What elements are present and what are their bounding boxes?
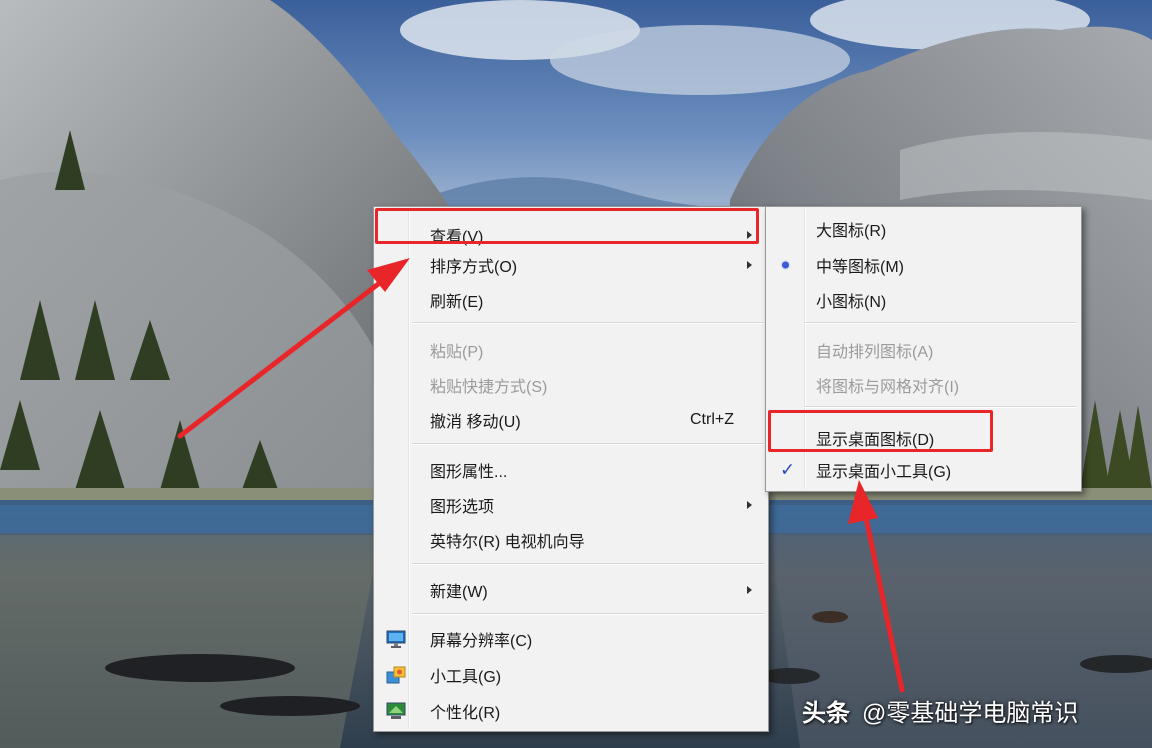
menu-item-graphics-properties-label: 图形属性... <box>430 464 508 481</box>
submenu-item-align-to-grid[interactable]: 将图标与网格对齐(I) <box>768 370 1079 400</box>
submenu-item-medium-icons-label: 中等图标(M) <box>816 259 904 276</box>
menu-item-graphics-options[interactable]: 图形选项 <box>376 490 766 520</box>
submenu-item-show-desktop-icons-label: 显示桌面图标(D) <box>816 432 935 449</box>
menu-item-gadgets[interactable]: 小工具(G) <box>376 660 766 690</box>
gadgets-icon <box>386 666 406 684</box>
menu-item-undo-move[interactable]: 撤消 移动(U) Ctrl+Z <box>376 405 766 435</box>
personalize-icon <box>386 702 406 719</box>
submenu-item-auto-arrange[interactable]: 自动排列图标(A) <box>768 335 1079 365</box>
submenu-item-small-icons-label: 小图标(N) <box>816 294 887 311</box>
menu-item-sort-by[interactable]: 排序方式(O) <box>376 250 766 280</box>
menu-item-new[interactable]: 新建(W) <box>376 575 766 605</box>
menu-item-paste-label: 粘贴(P) <box>430 344 484 361</box>
watermark: 头条 @零基础学电脑常识 <box>802 693 1078 728</box>
checkmark-icon: ✓ <box>780 459 796 480</box>
menu-item-intel-tv-wizard-label: 英特尔(R) 电视机向导 <box>430 534 585 551</box>
submenu-item-large-icons[interactable]: 大图标(R) <box>768 214 1079 244</box>
menu-item-refresh[interactable]: 刷新(E) <box>376 285 766 315</box>
submenu-arrow-icon <box>747 231 752 239</box>
submenu-item-show-desktop-icons[interactable]: 显示桌面图标(D) <box>768 423 1079 453</box>
submenu-item-align-to-grid-label: 将图标与网格对齐(I) <box>816 379 960 396</box>
watermark-brand: 头条 <box>802 700 850 727</box>
desktop-context-menu: 查看(V) 排序方式(O) 刷新(E) 粘贴(P) 粘贴快捷方式(S) 撤消 移… <box>373 206 769 732</box>
menu-item-personalize[interactable]: 个性化(R) <box>376 696 766 726</box>
menu-item-view[interactable]: 查看(V) <box>376 220 766 250</box>
menu-separator <box>804 322 1077 324</box>
menu-item-refresh-label: 刷新(E) <box>430 294 484 311</box>
submenu-arrow-icon <box>747 501 752 509</box>
shortcut-text: Ctrl+Z <box>690 411 734 428</box>
menu-item-view-label: 查看(V) <box>430 229 484 246</box>
submenu-arrow-icon <box>747 586 752 594</box>
menu-item-screen-resolution-label: 屏幕分辨率(C) <box>430 633 533 650</box>
menu-separator <box>412 443 764 445</box>
watermark-account: @零基础学电脑常识 <box>862 700 1079 727</box>
menu-item-screen-resolution[interactable]: 屏幕分辨率(C) <box>376 624 766 654</box>
menu-item-graphics-properties[interactable]: 图形属性... <box>376 455 766 485</box>
menu-item-new-label: 新建(W) <box>430 584 488 601</box>
menu-separator <box>412 322 764 324</box>
view-submenu: 大图标(R) 中等图标(M) 小图标(N) 自动排列图标(A) 将图标与网格对齐… <box>765 206 1082 492</box>
radio-selected-icon <box>782 261 789 269</box>
submenu-item-show-desktop-gadgets-label: 显示桌面小工具(G) <box>816 464 952 481</box>
menu-item-graphics-options-label: 图形选项 <box>430 499 495 516</box>
monitor-icon <box>386 630 406 648</box>
menu-separator <box>412 613 764 615</box>
submenu-arrow-icon <box>747 261 752 269</box>
menu-item-undo-move-label: 撤消 移动(U) <box>430 414 521 431</box>
submenu-item-show-desktop-gadgets[interactable]: ✓ 显示桌面小工具(G) <box>768 455 1079 485</box>
menu-item-paste-shortcut[interactable]: 粘贴快捷方式(S) <box>376 370 766 400</box>
submenu-item-medium-icons[interactable]: 中等图标(M) <box>768 250 1079 280</box>
menu-item-sort-by-label: 排序方式(O) <box>430 259 518 276</box>
submenu-item-large-icons-label: 大图标(R) <box>816 223 887 240</box>
menu-separator <box>804 406 1077 408</box>
menu-item-paste-shortcut-label: 粘贴快捷方式(S) <box>430 379 548 396</box>
menu-item-paste[interactable]: 粘贴(P) <box>376 335 766 365</box>
menu-item-personalize-label: 个性化(R) <box>430 705 501 722</box>
menu-item-gadgets-label: 小工具(G) <box>430 669 502 686</box>
submenu-item-small-icons[interactable]: 小图标(N) <box>768 285 1079 315</box>
submenu-item-auto-arrange-label: 自动排列图标(A) <box>816 344 934 361</box>
menu-item-intel-tv-wizard[interactable]: 英特尔(R) 电视机向导 <box>376 525 766 555</box>
menu-separator <box>412 563 764 565</box>
